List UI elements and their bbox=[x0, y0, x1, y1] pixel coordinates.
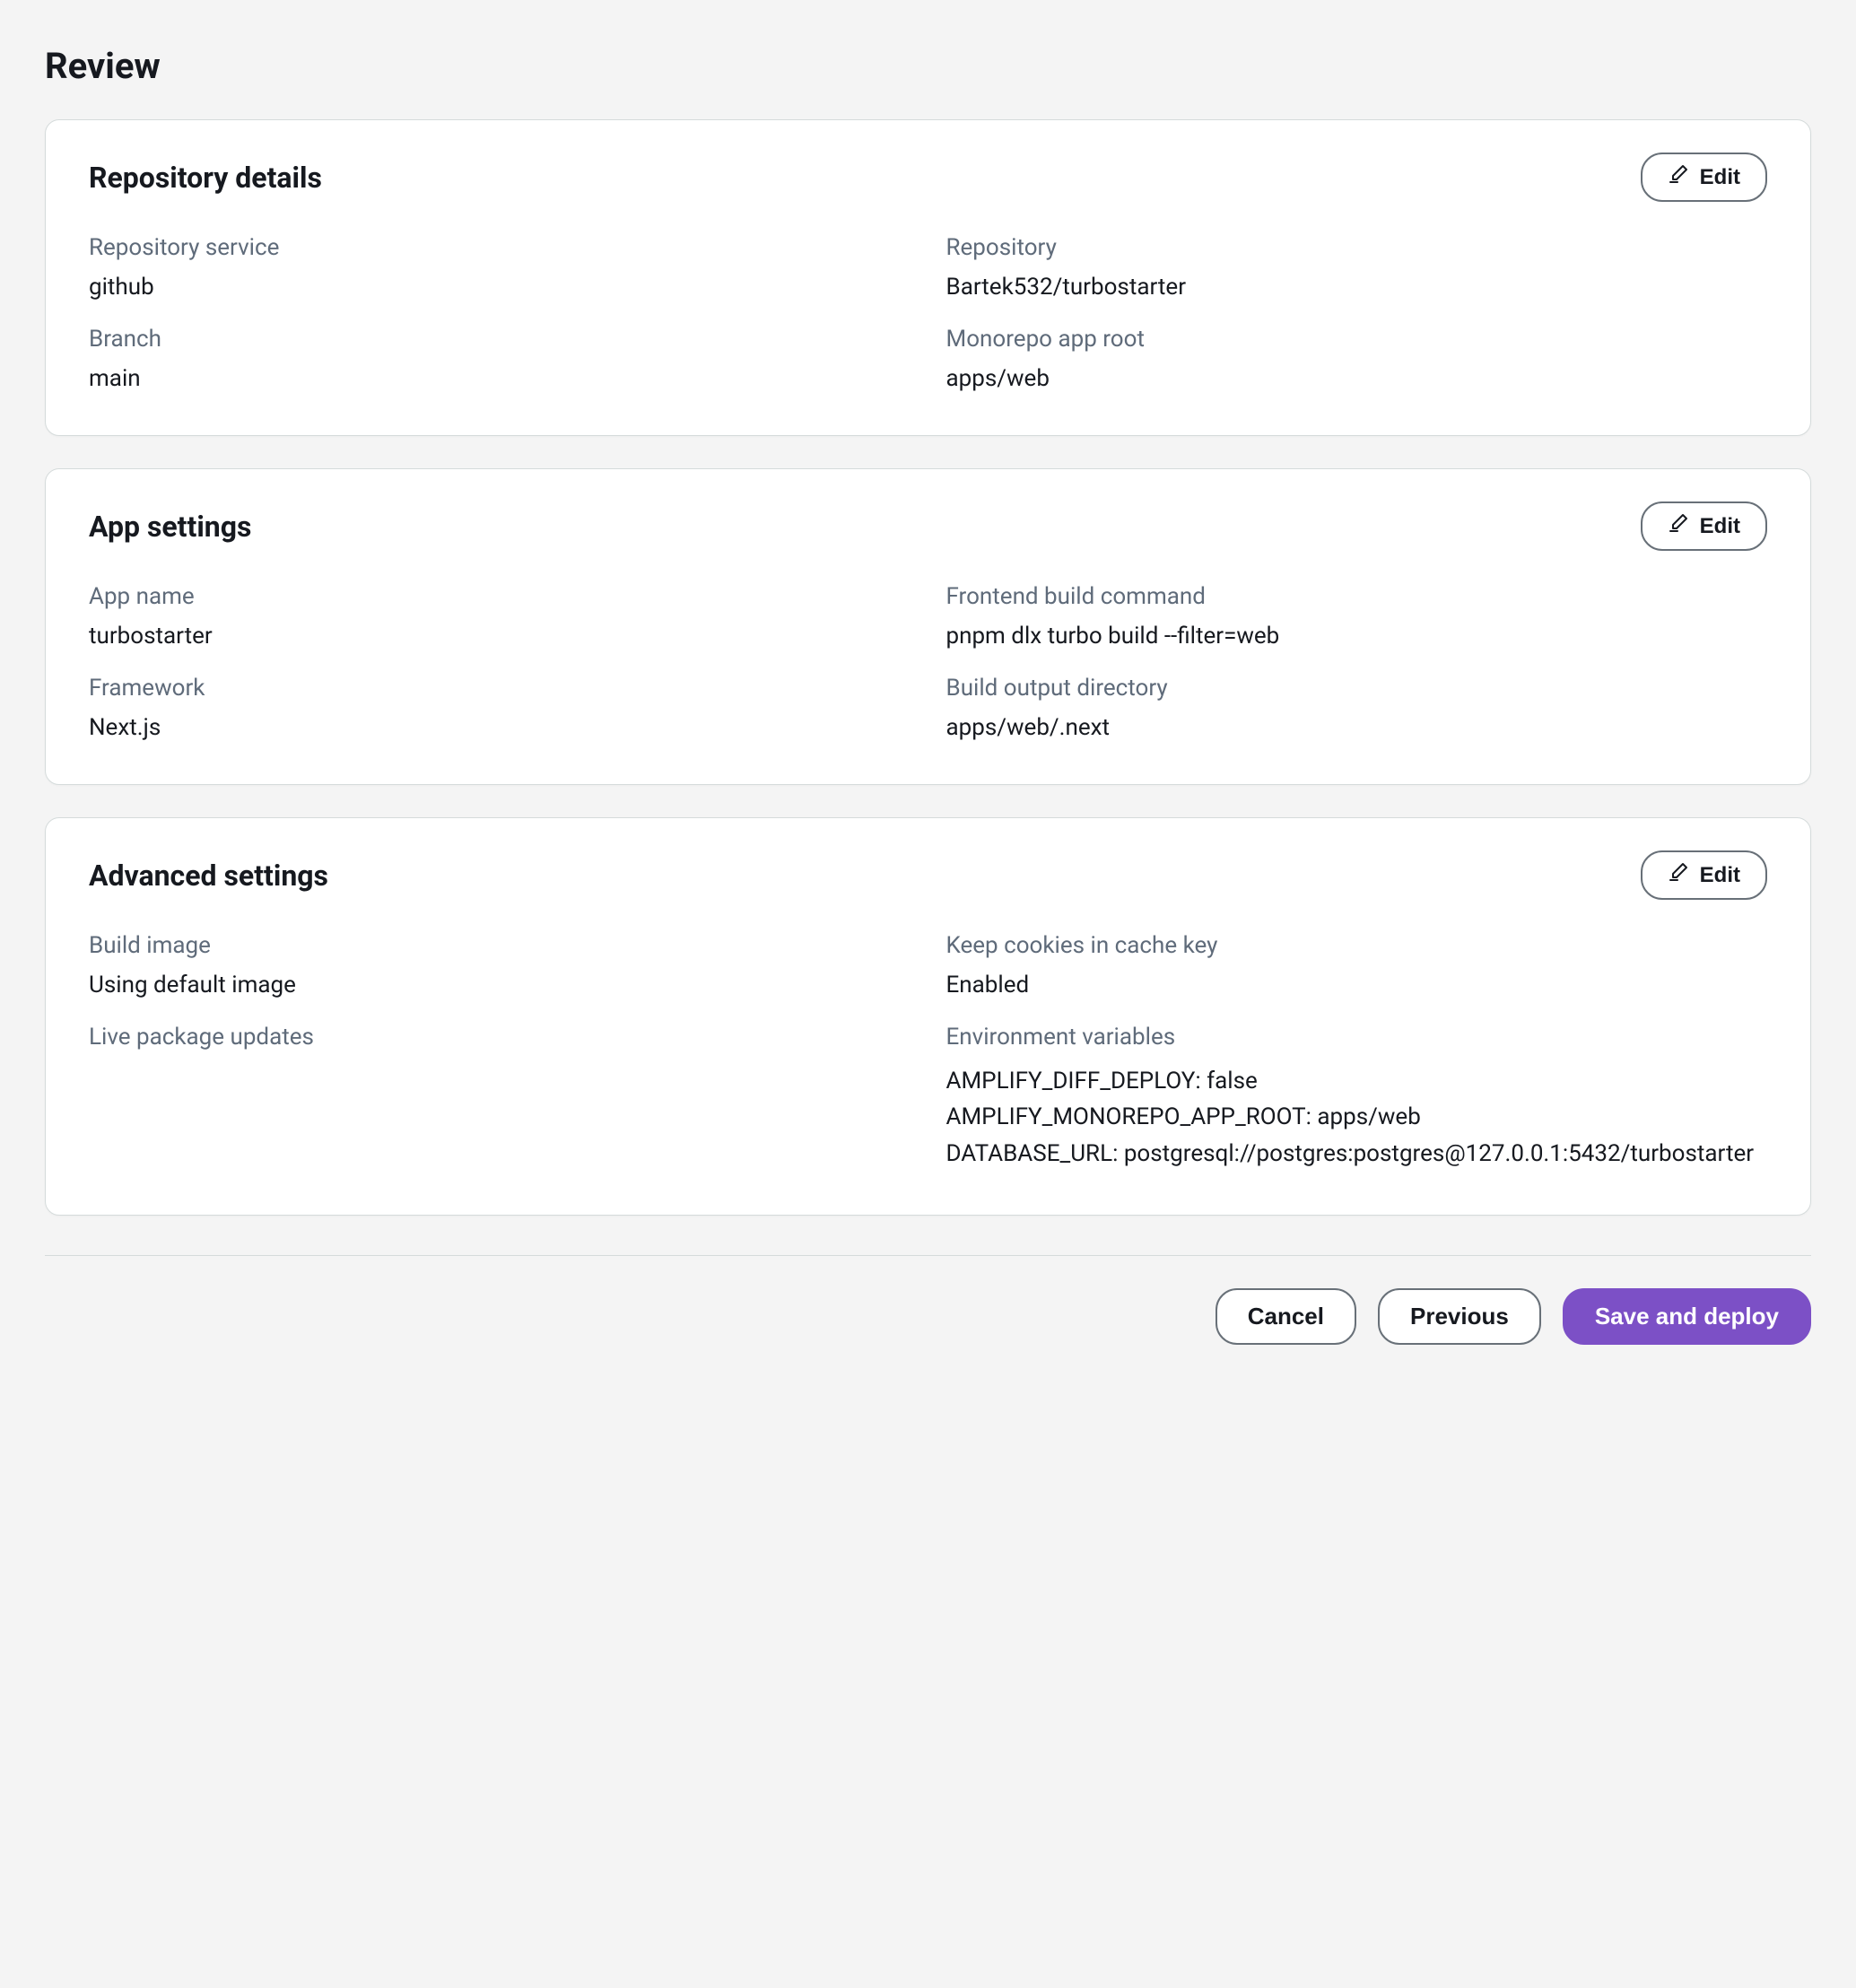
edit-app-settings-button[interactable]: Edit bbox=[1641, 501, 1767, 551]
field-value: apps/web/.next bbox=[946, 714, 1768, 741]
field-value: main bbox=[89, 365, 911, 392]
field-value: Bartek532/turbostarter bbox=[946, 274, 1768, 301]
app-settings-title: App settings bbox=[89, 510, 251, 544]
field-framework: Framework Next.js bbox=[89, 675, 911, 741]
edit-advanced-settings-button[interactable]: Edit bbox=[1641, 850, 1767, 900]
field-value: apps/web bbox=[946, 365, 1768, 392]
edit-button-label: Edit bbox=[1700, 863, 1740, 888]
app-settings-card: App settings Edit App name turbostarter … bbox=[45, 468, 1811, 785]
field-label: Framework bbox=[89, 675, 911, 702]
field-label: App name bbox=[89, 583, 911, 610]
divider bbox=[45, 1255, 1811, 1256]
page-title: Review bbox=[45, 45, 1811, 87]
field-label: Environment variables bbox=[946, 1024, 1768, 1051]
footer-actions: Cancel Previous Save and deploy bbox=[45, 1288, 1811, 1345]
edit-repository-button[interactable]: Edit bbox=[1641, 153, 1767, 202]
field-label: Branch bbox=[89, 326, 911, 353]
field-value: github bbox=[89, 274, 911, 301]
field-output-directory: Build output directory apps/web/.next bbox=[946, 675, 1768, 741]
field-label: Repository bbox=[946, 234, 1768, 261]
env-var-item: DATABASE_URL: postgresql://postgres:post… bbox=[946, 1136, 1768, 1172]
edit-icon bbox=[1668, 861, 1689, 889]
field-label: Monorepo app root bbox=[946, 326, 1768, 353]
env-var-item: AMPLIFY_DIFF_DEPLOY: false bbox=[946, 1063, 1768, 1099]
field-repository: Repository Bartek532/turbostarter bbox=[946, 234, 1768, 301]
field-app-name: App name turbostarter bbox=[89, 583, 911, 650]
edit-button-label: Edit bbox=[1700, 165, 1740, 190]
field-value: Enabled bbox=[946, 972, 1768, 998]
field-value: Using default image bbox=[89, 972, 911, 998]
repository-details-title: Repository details bbox=[89, 161, 322, 195]
edit-icon bbox=[1668, 163, 1689, 191]
field-label: Keep cookies in cache key bbox=[946, 932, 1768, 959]
field-value: turbostarter bbox=[89, 623, 911, 650]
previous-button[interactable]: Previous bbox=[1378, 1288, 1541, 1345]
field-environment-variables: Environment variables AMPLIFY_DIFF_DEPLO… bbox=[946, 1024, 1768, 1172]
env-var-list: AMPLIFY_DIFF_DEPLOY: falseAMPLIFY_MONORE… bbox=[946, 1063, 1768, 1172]
field-value: Next.js bbox=[89, 714, 911, 741]
advanced-settings-card: Advanced settings Edit Build image Using… bbox=[45, 817, 1811, 1216]
cancel-button[interactable]: Cancel bbox=[1216, 1288, 1356, 1345]
edit-button-label: Edit bbox=[1700, 514, 1740, 539]
field-repository-service: Repository service github bbox=[89, 234, 911, 301]
field-label: Repository service bbox=[89, 234, 911, 261]
edit-icon bbox=[1668, 512, 1689, 540]
field-branch: Branch main bbox=[89, 326, 911, 392]
field-label: Live package updates bbox=[89, 1024, 911, 1051]
field-build-image: Build image Using default image bbox=[89, 932, 911, 998]
field-keep-cookies: Keep cookies in cache key Enabled bbox=[946, 932, 1768, 998]
repository-details-card: Repository details Edit Repository servi… bbox=[45, 119, 1811, 436]
field-label: Frontend build command bbox=[946, 583, 1768, 610]
field-live-package-updates: Live package updates bbox=[89, 1024, 911, 1172]
field-build-command: Frontend build command pnpm dlx turbo bu… bbox=[946, 583, 1768, 650]
field-label: Build image bbox=[89, 932, 911, 959]
advanced-settings-title: Advanced settings bbox=[89, 859, 328, 893]
env-var-item: AMPLIFY_MONOREPO_APP_ROOT: apps/web bbox=[946, 1099, 1768, 1135]
save-and-deploy-button[interactable]: Save and deploy bbox=[1563, 1288, 1811, 1345]
field-monorepo-root: Monorepo app root apps/web bbox=[946, 326, 1768, 392]
field-value: pnpm dlx turbo build --filter=web bbox=[946, 623, 1768, 650]
field-label: Build output directory bbox=[946, 675, 1768, 702]
